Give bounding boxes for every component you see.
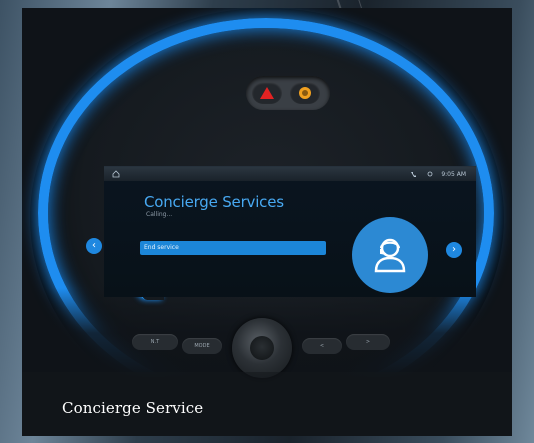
signal-icon [427, 171, 433, 177]
phone-icon [411, 171, 417, 177]
status-time: 9:05 AM [441, 170, 466, 178]
hazard-button[interactable] [252, 82, 282, 104]
volume-knob[interactable] [232, 318, 292, 378]
console-button-nt[interactable]: N.T [132, 334, 178, 350]
hazard-switch-pod [246, 76, 330, 110]
end-service-button[interactable]: End service [140, 241, 326, 255]
sos-icon [299, 87, 311, 99]
home-icon[interactable] [112, 170, 120, 178]
image-caption: Concierge Service [62, 399, 204, 417]
concierge-avatar [352, 217, 428, 293]
console-button-prev[interactable]: < [302, 338, 342, 354]
console-button-next[interactable]: > [346, 334, 390, 350]
infotainment-screen: 9:05 AM Concierge Services Calling... En… [104, 166, 476, 297]
screen-title: Concierge Services [144, 193, 284, 211]
console-button-mode[interactable]: MODE [182, 338, 222, 354]
hazard-triangle-icon [260, 87, 274, 99]
status-bar: 9:05 AM [104, 167, 476, 181]
call-status: Calling... [146, 211, 173, 218]
knob-center [250, 336, 274, 360]
nav-right-button[interactable]: › [446, 242, 462, 258]
sos-button[interactable] [290, 82, 320, 104]
concierge-person-icon [374, 238, 406, 273]
nav-left-button[interactable]: ‹ [86, 238, 102, 254]
